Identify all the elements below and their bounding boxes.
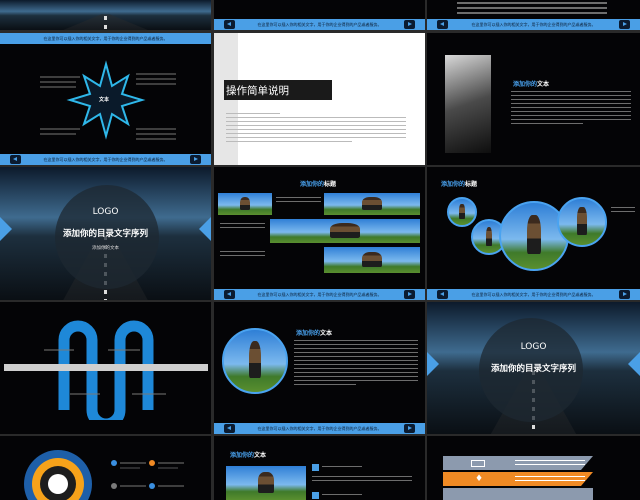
text-lines	[457, 2, 607, 17]
slide-thumbnail[interactable]: 添加你的标题 在这里你可以插入你的相关文字，用于你的企业得到的产品或者服务。	[214, 167, 425, 300]
bullet-square	[312, 464, 319, 471]
slide-title: 添加你的标题	[441, 181, 478, 188]
slide-subtitle: 添加你的文本	[92, 246, 119, 251]
slide-title: 添加你的目录文字序列	[490, 364, 576, 374]
slide-footer-bar: 在这里你可以插入你的相关文字，用于你的企业得到的产品或者服务。	[427, 19, 640, 30]
header-text: 在这里你可以插入你的相关文字，用于你的企业得到的产品或者服务。	[43, 36, 168, 41]
logo-text: LOGO	[520, 342, 547, 352]
footer-text: 在这里你可以插入你的相关文字，用于你的企业得到的产品或者服务。	[257, 22, 382, 27]
left-arrow-decoration	[427, 352, 439, 376]
bullet-square	[312, 492, 319, 499]
photo-circle	[222, 328, 288, 394]
slide-thumbnail[interactable]: 操作简单说明	[214, 33, 425, 165]
step-band	[443, 488, 593, 500]
slide-footer-bar: 在这里你可以插入你的相关文字，用于你的企业得到的产品或者服务。	[214, 19, 425, 30]
footer-text: 在这里你可以插入你的相关文字，用于你的企业得到的产品或者服务。	[471, 22, 596, 27]
slide-title: 操作简单说明	[226, 85, 289, 97]
text-lines	[276, 197, 321, 205]
photo-circle	[557, 197, 607, 247]
slide-thumbnail[interactable]: ♦	[427, 436, 640, 500]
slide-title: 添加你的文本	[296, 330, 333, 337]
logo-text: LOGO	[92, 207, 119, 217]
slide-title: 添加你的目录文字序列	[62, 229, 148, 239]
photo-headphones	[445, 55, 491, 153]
text-lines	[312, 476, 412, 484]
photo-cyclist	[226, 466, 306, 500]
right-arrow-decoration	[628, 352, 640, 376]
slide-title: 添加你的标题	[300, 181, 337, 188]
slide-thumbnail[interactable]	[0, 0, 211, 30]
slide-thumbnail[interactable]: 在这里你可以插入你的相关文字，用于你的企业得到的产品或者服务。	[427, 0, 640, 30]
footer-text: 在这里你可以插入你的相关文字，用于你的企业得到的产品或者服务。	[257, 426, 382, 431]
text-lines	[322, 466, 362, 470]
next-icon[interactable]	[619, 20, 630, 29]
photo-circle	[447, 197, 477, 227]
text-lines	[294, 340, 418, 388]
text-lines	[515, 476, 585, 484]
slide-footer-bar: 在这里你可以插入你的相关文字，用于你的企业得到的产品或者服务。	[427, 289, 640, 300]
slide-thumbnail[interactable]	[0, 302, 211, 434]
next-icon[interactable]	[404, 290, 415, 299]
text-lines	[226, 113, 406, 145]
person-icon: ♦	[475, 474, 484, 484]
slide-thumbnail[interactable]: 添加你的文本 在这里你可以插入你的相关文字，用于你的企业得到的产品或者服务。	[214, 302, 425, 434]
slide-header-bar: 在这里你可以插入你的相关文字，用于你的企业得到的产品或者服务。	[0, 33, 211, 44]
text-lines	[611, 207, 635, 215]
next-icon[interactable]	[190, 155, 201, 164]
slide-footer-bar: 在这里你可以插入你的相关文字，用于你的企业得到的产品或者服务。	[214, 289, 425, 300]
road-background	[0, 0, 211, 30]
slide-thumbnail[interactable]: 添加你的标题 在这里你可以插入你的相关文字，用于你的企业得到的产品或者服务。	[427, 167, 640, 300]
slide-thumbnail[interactable]: 添加你的文本	[427, 33, 640, 165]
slide-title: 添加你的文本	[513, 81, 550, 88]
photo-cyclist	[270, 219, 420, 243]
center-label: 文本	[99, 97, 110, 103]
next-icon[interactable]	[619, 290, 630, 299]
right-arrow-decoration	[199, 217, 211, 241]
next-icon[interactable]	[404, 20, 415, 29]
footer-text: 在这里你可以插入你的相关文字，用于你的企业得到的产品或者服务。	[43, 157, 168, 162]
left-arrow-decoration	[0, 217, 12, 241]
computer-icon	[471, 460, 485, 467]
photo-cyclist	[218, 193, 272, 215]
text-lines	[220, 251, 265, 259]
wave-diagram	[4, 320, 208, 420]
footer-text: 在这里你可以插入你的相关文字，用于你的企业得到的产品或者服务。	[471, 292, 596, 297]
slide-footer-bar: 在这里你可以插入你的相关文字，用于你的企业得到的产品或者服务。	[0, 154, 211, 165]
slide-thumbnail[interactable]: 在这里你可以插入你的相关文字，用于你的企业得到的产品或者服务。 文本 在这里你可…	[0, 33, 211, 165]
text-lines	[511, 91, 631, 127]
slide-title: 添加你的文本	[230, 452, 267, 459]
slide-thumbnail[interactable]: LOGO 添加你的目录文字序列	[427, 302, 640, 434]
text-lines	[322, 494, 362, 498]
text-lines	[220, 223, 265, 231]
footer-text: 在这里你可以插入你的相关文字，用于你的企业得到的产品或者服务。	[257, 292, 382, 297]
slide-thumbnail[interactable]	[0, 436, 211, 500]
ring-chart	[24, 450, 184, 500]
text-lines	[515, 460, 585, 468]
slide-footer-bar: 在这里你可以插入你的相关文字，用于你的企业得到的产品或者服务。	[214, 423, 425, 434]
photo-cyclist	[324, 247, 420, 273]
next-icon[interactable]	[404, 424, 415, 433]
photo-cyclist	[324, 193, 420, 215]
slide-thumbnail[interactable]: 添加你的文本	[214, 436, 425, 500]
slide-thumbnail[interactable]: 在这里你可以插入你的相关文字，用于你的企业得到的产品或者服务。	[214, 0, 425, 30]
slide-thumbnail[interactable]: LOGO 添加你的目录文字序列 添加你的文本	[0, 167, 211, 300]
